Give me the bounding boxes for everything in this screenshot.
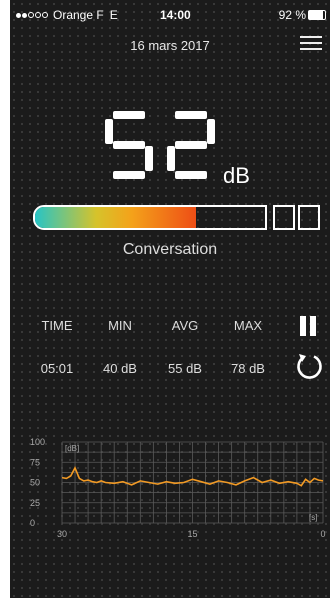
digit-segment (105, 119, 113, 144)
status-time: 14:00 (160, 8, 191, 22)
y-tick-label: 100 (30, 437, 45, 447)
date-label: 16 mars 2017 (130, 38, 210, 53)
battery-icon (308, 10, 326, 20)
value-time: 05:01 (40, 361, 74, 376)
signal-dot-icon (35, 12, 41, 18)
app-screen: Orange F E 14:00 92 % 16 mars 2017 dB Co… (10, 0, 330, 598)
menu-icon[interactable] (300, 36, 322, 56)
signal-dot-icon (22, 12, 27, 18)
seven-segment-display (105, 111, 215, 179)
header-min: MIN (108, 318, 132, 333)
header-time: TIME (41, 318, 73, 333)
digit-segment (175, 111, 207, 119)
value-min: 40 dB (103, 361, 137, 376)
level-bar (33, 205, 267, 230)
signal-dot-icon (16, 12, 21, 18)
level-bar-segment (298, 205, 320, 230)
decibel-readout (103, 108, 218, 188)
header-avg: AVG (171, 318, 199, 333)
noise-category: Conversation (122, 241, 218, 258)
unit-label: dB (223, 163, 250, 188)
status-bar: Orange F E 14:00 92 % (10, 8, 330, 24)
digit-segment (145, 146, 153, 171)
carrier-name: Orange F (53, 8, 104, 22)
signal-dot-icon (42, 12, 48, 18)
digit-segment (113, 171, 145, 179)
y-tick-label: 0 (30, 518, 35, 528)
level-bar-segment (273, 205, 295, 230)
y-tick-label: 75 (30, 457, 40, 467)
reset-icon[interactable] (295, 352, 323, 380)
x-tick-label: 0 (320, 529, 325, 539)
level-bar-fill (35, 207, 196, 228)
y-axis-unit: [dB] (65, 444, 79, 453)
signal-dot-icon (28, 12, 34, 18)
history-chart: 100 75 50 25 0 30 15 0 [dB] [s] (10, 430, 330, 550)
x-axis-unit: [s] (309, 513, 317, 522)
y-tick-label: 50 (30, 478, 40, 488)
header-max: MAX (233, 318, 263, 333)
value-max: 78 dB (231, 361, 265, 376)
digit-segment (175, 171, 207, 179)
history-chart-svg: 100 75 50 25 0 30 15 0 [dB] [s] (30, 437, 326, 539)
digit-segment (113, 141, 145, 149)
y-tick-label: 25 (30, 498, 40, 508)
signal-carrier: Orange F E (16, 8, 118, 22)
digit-segment (113, 111, 145, 119)
digit-segment (207, 119, 215, 144)
digit-segment (167, 146, 175, 171)
x-tick-label: 30 (57, 529, 67, 539)
digit-segment (175, 141, 207, 149)
battery-percent: 92 % (278, 8, 306, 22)
pause-icon[interactable] (298, 316, 318, 336)
network-type: E (109, 8, 118, 22)
x-tick-label: 15 (187, 529, 197, 539)
value-avg: 55 dB (168, 361, 202, 376)
